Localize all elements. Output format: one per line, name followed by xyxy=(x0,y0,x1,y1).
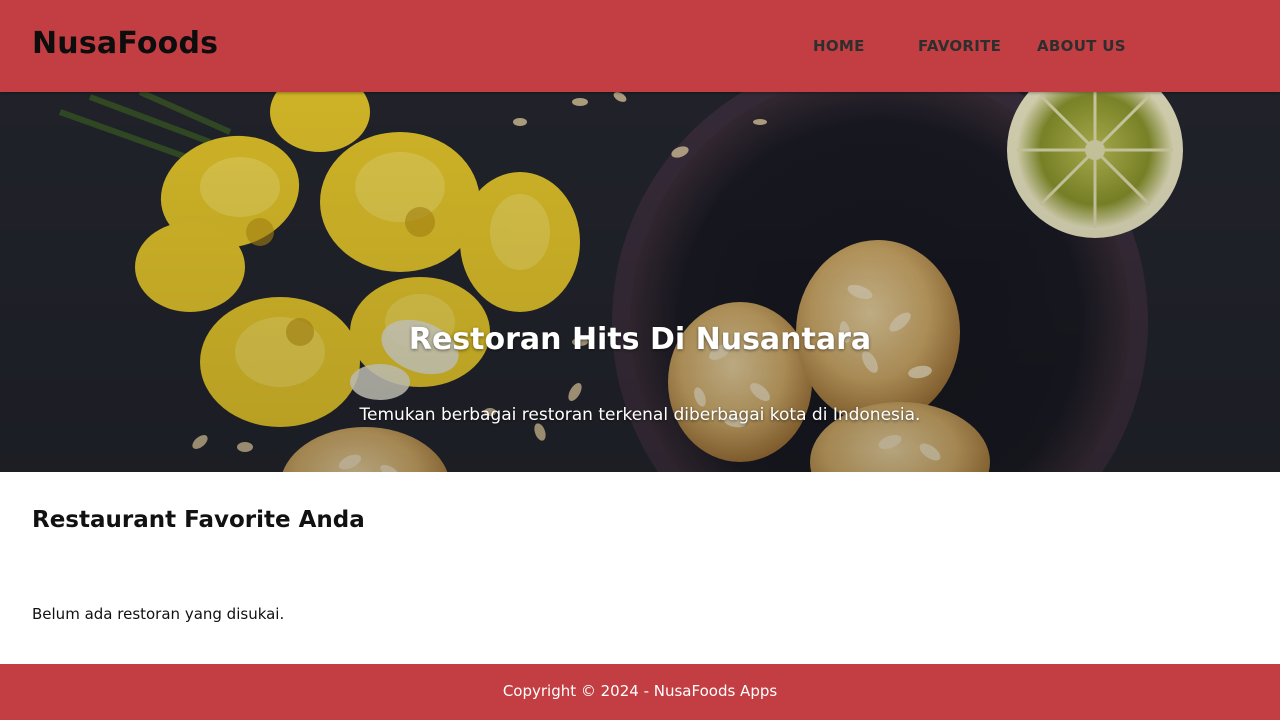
nav-about-link[interactable]: ABOUT US xyxy=(1037,37,1126,55)
hero-title: Restoran Hits Di Nusantara xyxy=(408,322,872,357)
hero-banner: Restoran Hits Di Nusantara Temukan berba… xyxy=(0,92,1280,472)
empty-state-message: Belum ada restoran yang disukai. xyxy=(32,605,285,623)
hero-subtitle: Temukan berbagai restoran terkenal diber… xyxy=(359,405,921,425)
brand-logo[interactable]: NusaFoods xyxy=(32,26,218,61)
copyright-text: Copyright © 2024 - NusaFoods Apps xyxy=(502,682,778,700)
section-title: Restaurant Favorite Anda xyxy=(32,507,365,533)
nav-favorite-link[interactable]: FAVORITE xyxy=(918,37,1001,55)
app-header: NusaFoods HOME FAVORITE ABOUT US xyxy=(0,0,1280,92)
app-footer: Copyright © 2024 - NusaFoods Apps xyxy=(0,664,1280,720)
nav-home-link[interactable]: HOME xyxy=(813,37,865,55)
